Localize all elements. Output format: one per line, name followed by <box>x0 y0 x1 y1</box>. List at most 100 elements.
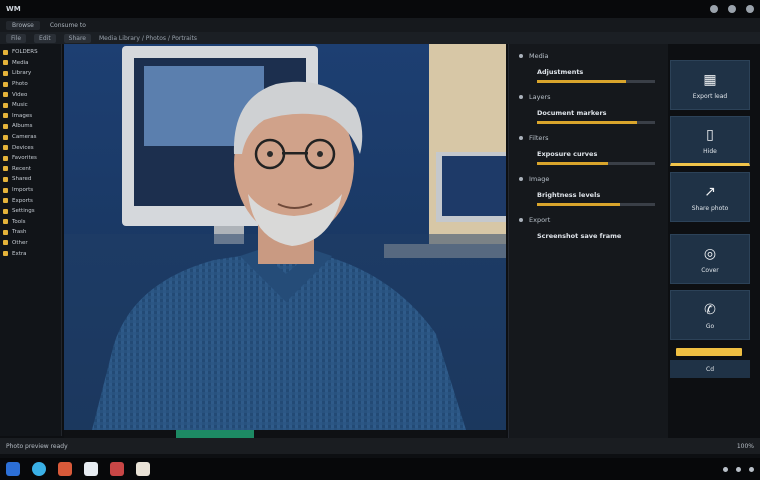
zoom-level[interactable]: 100% <box>737 443 754 450</box>
notes-icon[interactable] <box>136 462 150 476</box>
section-header[interactable]: Media <box>519 52 658 60</box>
sidebar-item[interactable]: Recent <box>3 164 58 175</box>
sidebar-item[interactable]: FOLDERS <box>3 47 58 58</box>
folder-icon <box>3 251 8 257</box>
tile-label: Go <box>705 322 715 330</box>
tile-label: Hide <box>703 147 717 155</box>
sidebar-item-label: Cameras <box>12 134 37 141</box>
folder-icon <box>3 187 8 193</box>
sidebar-item[interactable]: Tools <box>3 217 58 228</box>
media-icon[interactable] <box>58 462 72 476</box>
sidebar-item[interactable]: Media <box>3 58 58 69</box>
document-icon[interactable] <box>84 462 98 476</box>
sidebar-item-label: Tools <box>12 218 26 225</box>
sidebar-item[interactable]: Cameras <box>3 132 58 143</box>
minimize-button[interactable] <box>710 5 718 13</box>
sidebar-item[interactable]: Trash <box>3 227 58 238</box>
sidebar-item[interactable]: Other <box>3 238 58 249</box>
scrubber-fill <box>176 430 254 438</box>
folder-icon <box>3 92 8 98</box>
toolbar-button-file[interactable]: File <box>6 33 27 43</box>
sidebar-item-label: Photo <box>12 81 28 88</box>
section-header[interactable]: Export <box>519 216 658 224</box>
adjustment-slider[interactable] <box>537 121 655 124</box>
section-title: Export <box>529 216 551 224</box>
sidebar-item[interactable]: Imports <box>3 185 58 196</box>
adjustment-row: Exposure curves <box>519 150 658 165</box>
folder-icon <box>3 229 8 235</box>
adjustment-slider[interactable] <box>537 162 655 165</box>
adjustment-row: Screenshot save frame <box>519 232 658 240</box>
sidebar-item-label: Media <box>12 59 29 66</box>
timeline-scrubber[interactable] <box>64 430 506 438</box>
share-icon: ↗ <box>704 183 716 200</box>
sidebar-item[interactable]: Music <box>3 100 58 111</box>
photo-app-icon[interactable] <box>110 462 124 476</box>
tile-export-lead[interactable]: ▦ Export lead <box>670 60 750 110</box>
tile-go[interactable]: ✆ Go <box>670 290 750 340</box>
adjustment-label: Adjustments <box>537 68 584 76</box>
sidebar-item[interactable]: Settings <box>3 206 58 217</box>
system-tray <box>723 466 754 472</box>
sidebar-item[interactable]: Exports <box>3 195 58 206</box>
camera-icon: ◎ <box>703 245 717 262</box>
action-tiles: ▦ Export lead ▯ Hide ↗ Share photo ◎ Cover ✆… <box>668 58 750 388</box>
photo-preview[interactable] <box>64 44 506 430</box>
battery-icon[interactable] <box>749 466 754 472</box>
section-title: Layers <box>529 93 551 101</box>
section-header[interactable]: Layers <box>519 93 658 101</box>
tile-cover[interactable]: ◎ Cover <box>670 234 750 284</box>
sidebar-item-label: Albums <box>12 123 33 130</box>
sidebar-item[interactable]: Images <box>3 111 58 122</box>
browser-icon[interactable] <box>32 462 46 476</box>
folder-icon <box>3 123 8 129</box>
folder-icon <box>3 176 8 182</box>
sidebar-item[interactable]: Shared <box>3 174 58 185</box>
folder-icon <box>3 102 8 108</box>
volume-icon[interactable] <box>736 466 741 472</box>
folder-icon <box>3 145 8 151</box>
adjustment-row: Document markers <box>519 109 658 124</box>
bullet-icon <box>519 54 523 58</box>
tile-label: Export lead <box>692 92 728 100</box>
sidebar-item[interactable]: Favorites <box>3 153 58 164</box>
adjustment-row: Brightness levels <box>519 191 658 206</box>
status-text: Photo preview ready <box>6 442 68 450</box>
section-header[interactable]: Filters <box>519 134 658 142</box>
adjustment-label: Brightness levels <box>537 191 601 199</box>
sidebar-item[interactable]: Devices <box>3 142 58 153</box>
menu-tab[interactable]: Browse <box>6 20 40 30</box>
adjustments-panel: Media Adjustments Layers Document marker… <box>508 44 668 438</box>
title-bar: WM <box>0 0 760 18</box>
toolbar-button-share[interactable]: Share <box>63 33 91 43</box>
maximize-button[interactable] <box>728 5 736 13</box>
breadcrumb[interactable]: Media Library / Photos / Portraits <box>99 35 197 42</box>
sidebar-item[interactable]: Albums <box>3 121 58 132</box>
folder-icon <box>3 208 8 214</box>
menu-path[interactable]: Consume to <box>50 22 86 29</box>
tile-hide[interactable]: ▯ Hide <box>670 116 750 166</box>
sidebar-item[interactable]: Extra <box>3 248 58 259</box>
close-button[interactable] <box>746 5 754 13</box>
section-title: Media <box>529 52 549 60</box>
adjustment-label: Exposure curves <box>537 150 598 158</box>
sidebar-item[interactable]: Photo <box>3 79 58 90</box>
panel-section: Layers Document markers <box>519 93 658 124</box>
taskbar <box>0 458 760 480</box>
bullet-icon <box>519 95 523 99</box>
sidebar-item[interactable]: Video <box>3 89 58 100</box>
network-icon[interactable] <box>723 466 728 472</box>
sidebar-item-label: Shared <box>12 176 32 183</box>
start-icon[interactable] <box>6 462 20 476</box>
sidebar-item-label: Imports <box>12 187 34 194</box>
primary-action-bar[interactable] <box>676 348 742 356</box>
qr-icon: ▦ <box>703 71 717 88</box>
adjustment-slider[interactable] <box>537 80 655 83</box>
sidebar-item[interactable]: Library <box>3 68 58 79</box>
toolbar-button-edit[interactable]: Edit <box>34 33 56 43</box>
adjustment-slider[interactable] <box>537 203 655 206</box>
panel-section: Image Brightness levels <box>519 175 658 206</box>
section-header[interactable]: Image <box>519 175 658 183</box>
tile-share-photo[interactable]: ↗ Share photo <box>670 172 750 222</box>
caption-field[interactable]: Cd <box>670 360 750 378</box>
